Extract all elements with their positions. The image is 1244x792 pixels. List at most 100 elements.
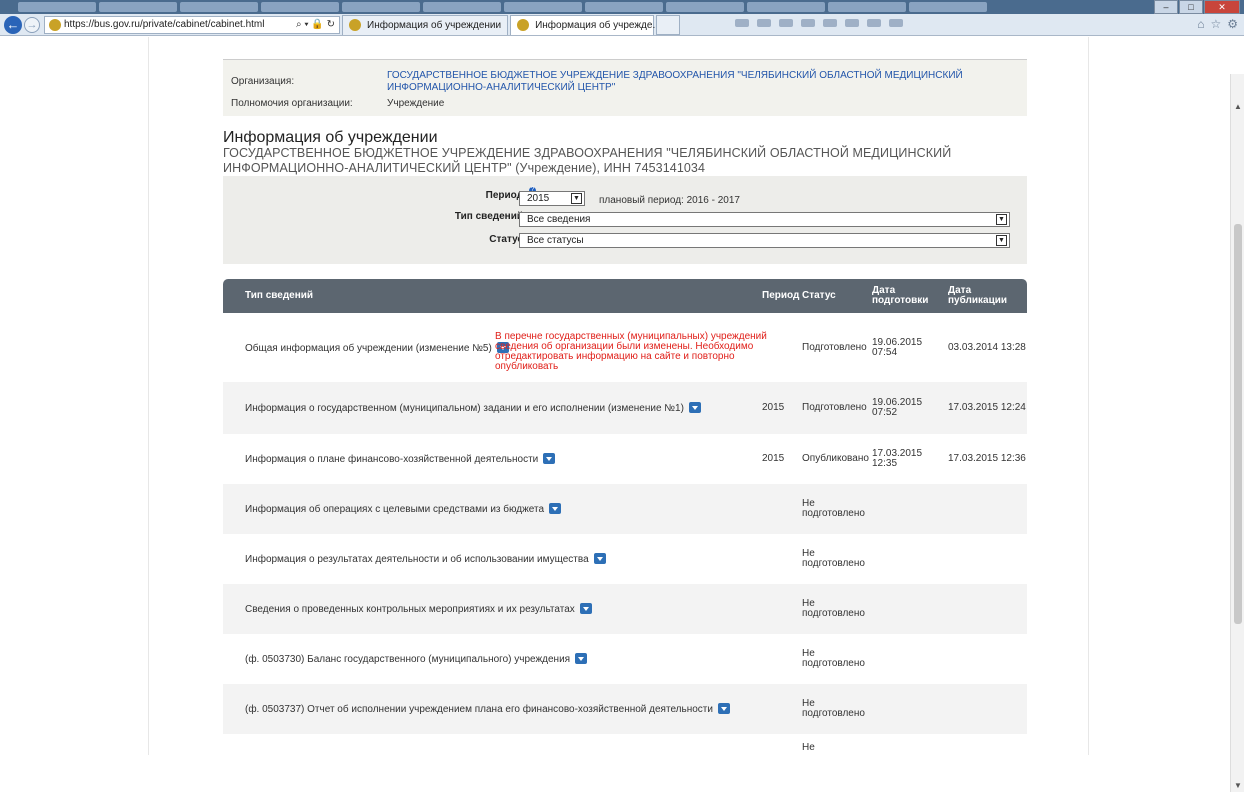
background-tab[interactable] [423, 2, 501, 12]
row-name: Информация об операциях с целевыми средс… [245, 504, 545, 515]
table-row: (ф. 0503730) Баланс государственного (му… [223, 634, 1027, 684]
page-scrollbar[interactable]: ▲ ▼ [1230, 74, 1244, 792]
table-row: Информация о результатах деятельности и … [223, 534, 1027, 584]
row-name: Информация о плане финансово-хозяйственн… [245, 454, 539, 465]
authority-label: Полномочия организации: [231, 98, 353, 109]
table-row: Информация об операциях с целевыми средс… [223, 484, 1027, 534]
chevron-down-icon: ▼ [996, 214, 1007, 225]
row-name: Информация о государственном (муниципаль… [245, 403, 684, 414]
background-tab[interactable] [828, 2, 906, 12]
row-status: Не подготовлено [802, 598, 865, 619]
status-select-value: Все статусы [527, 235, 584, 246]
header-prepared: Дата подготовки [872, 285, 929, 306]
site-emblem-icon [517, 19, 530, 31]
period-select-value: 2015 [527, 193, 550, 204]
favorite-icon [845, 19, 859, 27]
dropdown-icon[interactable] [717, 703, 730, 714]
filter-panel: Период ? 2015 ▼ плановый период: 2016 - … [223, 176, 1027, 264]
favorite-icon [757, 19, 771, 27]
table-row: Информация о плане финансово-хозяйственн… [223, 434, 1027, 484]
header-published: Дата публикации [948, 285, 1008, 306]
row-published: 03.03.2014 13:28 [948, 341, 1026, 353]
chevron-down-icon: ▼ [571, 193, 582, 204]
background-tab[interactable] [18, 2, 96, 12]
background-tab[interactable] [666, 2, 744, 12]
planning-period-text: плановый период: 2016 - 2017 [599, 195, 740, 206]
maximize-icon[interactable]: □ [1179, 0, 1203, 14]
favorite-icon [779, 19, 793, 27]
browser-tab-label: Информация об учрежде... [535, 19, 661, 31]
row-name: Общая информация об учреждении (изменени… [245, 342, 492, 354]
organization-link[interactable]: ГОСУДАРСТВЕННОЕ БЮДЖЕТНОЕ УЧРЕЖДЕНИЕ ЗДР… [387, 70, 997, 94]
scroll-up-icon[interactable]: ▲ [1234, 102, 1242, 111]
dropdown-icon[interactable] [543, 453, 556, 464]
row-prepared: 19.06.2015 07:54 [872, 336, 923, 358]
page-title: Информация об учреждении [223, 129, 438, 146]
row-status: Не подготовлено [802, 698, 865, 719]
favorite-icon [735, 19, 749, 27]
type-select-value: Все сведения [527, 214, 591, 225]
status-label: Статус [489, 234, 523, 245]
dropdown-icon[interactable] [688, 402, 701, 413]
favorite-icon [889, 19, 903, 27]
background-tab[interactable] [585, 2, 663, 12]
table-row: (ф. 0503737) Отчет об исполнении учрежде… [223, 684, 1027, 734]
table-header: Тип сведений Период Статус Дата подготов… [223, 279, 1027, 313]
row-status: Не подготовлено [802, 548, 865, 569]
main-content: Организация: ГОСУДАРСТВЕННОЕ БЮДЖЕТНОЕ У… [148, 37, 1089, 762]
period-label: Период [485, 190, 523, 201]
header-type: Тип сведений [245, 290, 314, 301]
period-select[interactable]: 2015 ▼ [519, 191, 585, 206]
dropdown-icon[interactable] [579, 603, 592, 614]
gear-icon[interactable]: ⚙ [1227, 17, 1238, 31]
forward-arrow-icon[interactable]: → [24, 16, 40, 33]
dropdown-icon[interactable] [549, 503, 562, 514]
background-tab[interactable] [909, 2, 987, 12]
page-subtitle: ГОСУДАРСТВЕННОЕ БЮДЖЕТНОЕ УЧРЕЖДЕНИЕ ЗДР… [223, 146, 952, 175]
status-select[interactable]: Все статусы ▼ [519, 233, 1010, 248]
home-icon[interactable]: ⌂ [1197, 17, 1204, 31]
table-body: Общая информация об учреждении (изменени… [223, 313, 1027, 762]
row-prepared: 17.03.2015 12:35 [872, 448, 923, 469]
window-controls: – □ ✕ [1154, 0, 1240, 14]
type-select[interactable]: Все сведения ▼ [519, 212, 1010, 227]
row-status: Опубликовано [802, 453, 869, 464]
dropdown-icon[interactable] [593, 553, 606, 564]
row-status: Не [802, 742, 815, 753]
close-window-icon[interactable]: ✕ [1204, 0, 1240, 14]
scroll-down-icon[interactable]: ▼ [1234, 781, 1242, 790]
scroll-thumb[interactable] [1234, 224, 1242, 624]
row-name: Информация о результатах деятельности и … [245, 554, 589, 565]
address-bar[interactable]: https://bus.gov.ru/private/cabinet/cabin… [44, 15, 340, 34]
background-tab[interactable] [99, 2, 177, 12]
row-prepared: 19.06.2015 07:52 [872, 397, 923, 418]
browser-tools: ⌂ ☆ ⚙ [1197, 17, 1238, 31]
back-arrow-icon[interactable]: ← [4, 15, 22, 34]
table-row: Не [223, 734, 1027, 762]
warning-note: В перечне государственных (муниципальных… [495, 331, 767, 372]
row-name: (ф. 0503737) Отчет об исполнении учрежде… [245, 704, 713, 715]
new-tab-button[interactable] [656, 14, 681, 35]
background-tab[interactable] [504, 2, 582, 12]
browser-tabstrip: – □ ✕ [0, 0, 1244, 14]
row-published: 17.03.2015 12:24 [948, 402, 1026, 413]
row-period: 2015 [762, 402, 785, 413]
star-icon[interactable]: ☆ [1210, 17, 1221, 31]
row-published: 17.03.2015 12:36 [948, 453, 1026, 464]
table-row: Информация о государственном (муниципаль… [223, 382, 1027, 434]
row-period: 2015 [762, 453, 785, 464]
browser-tab-1[interactable]: Информация об учреждении [342, 14, 509, 35]
table-row: Сведения о проведенных контрольных мероп… [223, 584, 1027, 634]
dropdown-icon[interactable] [575, 653, 588, 664]
background-tab[interactable] [342, 2, 420, 12]
search-refresh-icon[interactable]: ⌕ ▾ 🔒 ↻ [296, 19, 335, 30]
favorites-bar [735, 19, 903, 27]
browser-tab-2[interactable]: Информация об учрежде... × [510, 14, 670, 35]
row-status: Подготовлено [802, 341, 867, 353]
minimize-icon[interactable]: – [1154, 0, 1178, 14]
background-tab[interactable] [747, 2, 825, 12]
authority-value: Учреждение [387, 98, 445, 109]
background-tab[interactable] [261, 2, 339, 12]
background-tab[interactable] [180, 2, 258, 12]
header-period: Период [762, 290, 800, 301]
